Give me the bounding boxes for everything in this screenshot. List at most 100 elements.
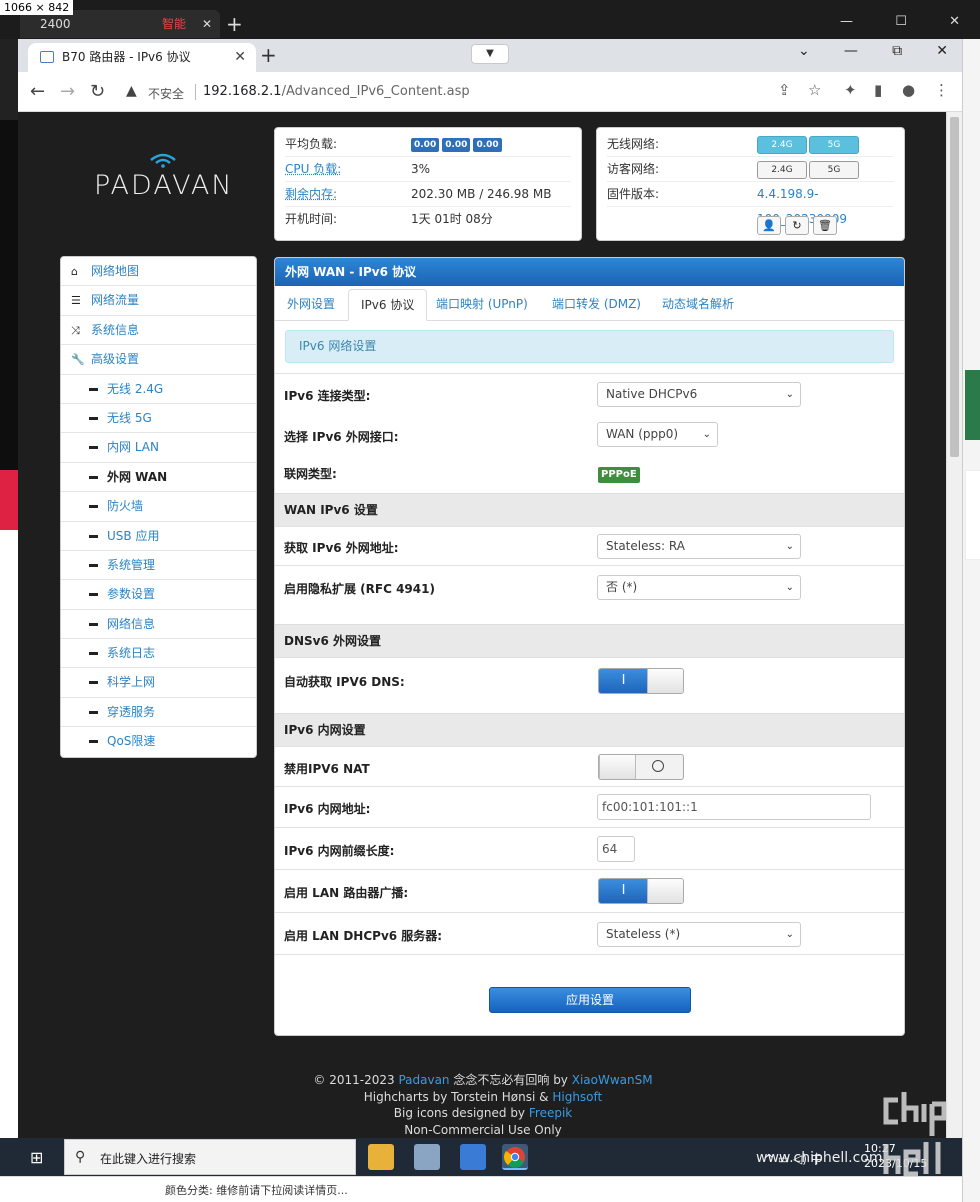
chevron-down-icon[interactable]: ⌄ [798,43,810,59]
footer-padavan-link[interactable]: Padavan [398,1073,449,1087]
sidebar-subitem-proxy[interactable]: 科学上网 [61,668,256,698]
auto-dns-label: 自动获取 IPV6 DNS: [284,675,405,689]
apply-settings-button[interactable]: 应用设置 [489,987,691,1013]
tab-search-button[interactable]: ▼ [471,44,509,64]
tab-upnp[interactable]: 端口映射 (UPnP) [436,289,528,321]
share-icon[interactable]: ⇪ [778,81,791,99]
sidebar-subitem-qos[interactable]: QoS限速 [61,727,256,756]
nat-toggle[interactable] [598,754,684,780]
guest-24g-button[interactable]: 2.4G [757,160,807,179]
reload-icon[interactable]: ↻ [90,81,105,102]
wifi-24g-button[interactable]: 2.4G [757,135,807,154]
privacy-ext-value: 否 (*) [606,580,638,594]
bookmark-star-icon[interactable]: ☆ [808,81,821,99]
maximize-icon[interactable]: ☐ [895,14,907,29]
tab-wan-settings[interactable]: 外网设置 [287,289,335,321]
background-tab-close-icon[interactable]: ✕ [202,10,212,38]
sidebar-subitem-usb[interactable]: USB 应用 [61,522,256,551]
guest-5g-button[interactable]: 5G [809,160,859,179]
sidebar-item-traffic[interactable]: ☰ 网络流量 [61,286,256,316]
conn-type-select[interactable]: Native DHCPv6 ⌄ [597,382,801,407]
more-menu-icon[interactable]: ⋮ [934,81,949,99]
user-icon[interactable]: 👤 [757,216,781,235]
memory-link[interactable]: 剩余内存: [285,182,337,207]
sidebar-item-system-info[interactable]: ⤨ 系统信息 [61,316,256,346]
tab-ddns[interactable]: 动态域名解析 [662,289,734,321]
background-new-tab-icon[interactable]: + [226,12,243,36]
sidebar-item-network-map[interactable]: ⌂ 网络地图 [61,257,256,287]
row-wan-address: 获取 IPv6 外网地址: Stateless: RA ⌄ [275,526,904,565]
auto-dns-toggle[interactable]: I [598,668,684,694]
store-app-icon[interactable] [460,1144,486,1170]
active-tab[interactable]: B70 路由器 - IPv6 协议 ✕ [28,43,256,72]
sidebar-subitem-syslog[interactable]: 系统日志 [61,639,256,669]
sidebar-subitem-wan[interactable]: 外网 WAN [61,463,256,493]
lan-address-input[interactable]: fc00:101:101::1 [597,794,871,820]
dash-icon [89,475,98,479]
sidebar-subitem-wifi-24g[interactable]: 无线 2.4G [61,375,256,404]
address-bar[interactable]: ▲ 不安全 192.168.2.1/Advanced_IPv6_Content.… [118,78,838,106]
new-tab-button[interactable]: + [260,43,277,67]
network-app-icon[interactable] [414,1144,440,1170]
reboot-icon[interactable]: ↻ [785,216,809,235]
router-advert-toggle[interactable]: I [598,878,684,904]
minimize-icon[interactable]: — [840,14,853,29]
sidebar-subitem-wifi-5g[interactable]: 无线 5G [61,404,256,434]
info-alert: IPv6 网络设置 [285,330,894,363]
url-text[interactable]: 192.168.2.1/Advanced_IPv6_Content.asp [203,84,470,99]
chevron-down-icon: ⌄ [785,582,794,593]
cpu-load-link[interactable]: CPU 负载: [285,157,341,182]
warning-icon[interactable]: ▲ [126,83,137,99]
tab-close-icon[interactable]: ✕ [234,43,246,72]
tab-ipv6[interactable]: IPv6 协议 [348,289,428,321]
dash-icon [89,534,98,538]
conn-type-label: IPv6 连接类型: [284,389,371,403]
chrome-icon[interactable] [502,1144,528,1170]
link-type-label: 联网类型: [284,467,337,481]
background-page-strip: 颜色分类: 维修前请下拉阅读详情页... [0,1176,962,1202]
sidebar-item-label: 防火墙 [107,499,144,514]
profile-icon[interactable]: ● [902,81,915,99]
extensions-icon[interactable]: ✦ [844,81,857,99]
shuffle-icon: ⤨ [71,323,80,337]
side-panel-icon[interactable]: ▮ [874,81,882,99]
list-icon: ☰ [71,294,81,308]
privacy-ext-select[interactable]: 否 (*) ⌄ [597,575,801,600]
sidebar-subitem-lan[interactable]: 内网 LAN [61,433,256,463]
sidebar-subitem-admin[interactable]: 系统管理 [61,551,256,581]
sidebar-item-advanced[interactable]: 🔧 高级设置 [61,345,256,375]
close-window-icon[interactable]: ✕ [949,14,960,29]
lan-prefix-input[interactable]: 64 [597,836,635,862]
dash-icon [89,652,98,656]
taskbar-search[interactable]: ⚲ 在此键入进行搜索 [64,1139,356,1175]
close-window-icon[interactable]: ✕ [936,43,948,59]
wan-address-select[interactable]: Stateless: RA ⌄ [597,534,801,559]
trash-icon[interactable]: 🗑 [813,216,837,235]
link-type-badge: PPPoE [598,467,640,483]
dash-icon [89,710,98,714]
footer-motto: 念念不忘必有回响 by [453,1073,568,1087]
back-arrow-icon[interactable]: ← [30,81,45,102]
wan-interface-select[interactable]: WAN (ppp0) ⌄ [597,422,718,447]
windows-start-icon[interactable]: ⊞ [30,1148,43,1167]
firmware-label: 固件版本: [607,187,660,201]
row-lan-prefix: IPv6 内网前缀长度: 64 [275,827,904,869]
page-scrollbar[interactable] [946,112,962,1152]
sidebar-subitem-netinfo[interactable]: 网络信息 [61,610,256,640]
footer-freepik-link[interactable]: Freepik [529,1106,572,1120]
wifi-5g-button[interactable]: 5G [809,135,859,154]
sidebar-subitem-firewall[interactable]: 防火墙 [61,492,256,522]
sidebar-subitem-tunnel[interactable]: 穿透服务 [61,698,256,728]
tab-dmz[interactable]: 端口转发 (DMZ) [552,289,641,321]
footer-author-link[interactable]: XiaoWwanSM [572,1073,653,1087]
minimize-icon[interactable]: — [844,43,858,59]
file-explorer-icon[interactable] [368,1144,394,1170]
scrollbar-thumb[interactable] [950,117,959,457]
forward-arrow-icon[interactable]: → [60,81,75,102]
lan-dhcpv6-select[interactable]: Stateless (*) ⌄ [597,922,801,947]
restore-icon[interactable]: ⧉ [892,43,902,59]
logo-text: PADAVAN [94,170,234,201]
footer-highsoft-link[interactable]: Highsoft [552,1090,602,1104]
insecure-label[interactable]: 不安全 [148,85,184,102]
sidebar-subitem-params[interactable]: 参数设置 [61,580,256,610]
